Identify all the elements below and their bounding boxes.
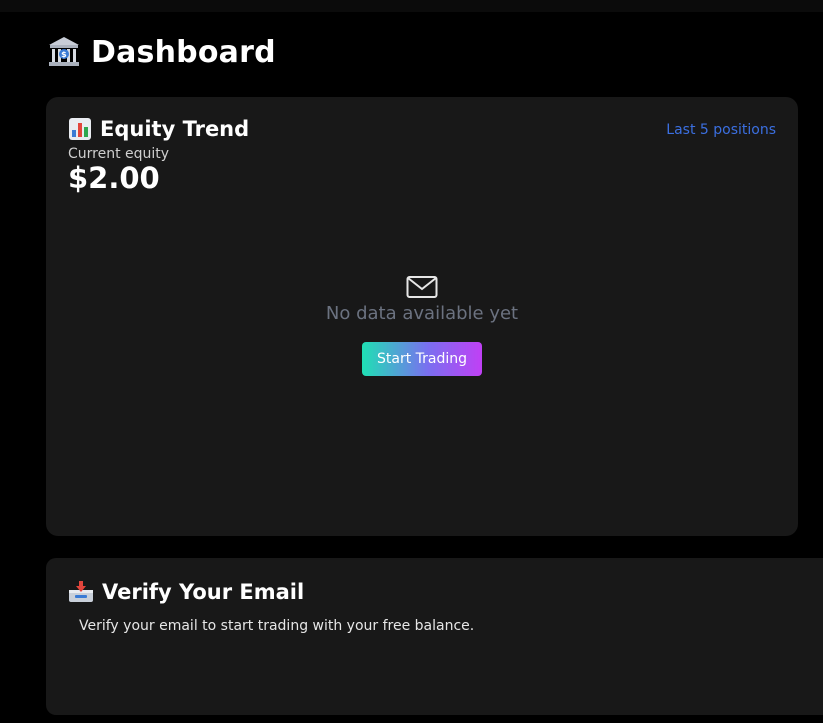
verify-email-card: Verify Your Email Verify your email to s… <box>46 558 823 715</box>
no-data-text: No data available yet <box>325 303 519 324</box>
svg-text:$: $ <box>61 50 67 59</box>
verify-email-message: Verify your email to start trading with … <box>79 618 475 634</box>
page-title: $ Dashboard <box>47 32 276 72</box>
equity-trend-header: Equity Trend <box>68 117 249 141</box>
current-equity-label: Current equity <box>68 146 170 162</box>
start-trading-button[interactable]: Start Trading <box>362 342 482 376</box>
verify-email-header: Verify Your Email <box>68 580 304 604</box>
bank-icon: $ <box>47 35 81 69</box>
equity-trend-title: Equity Trend <box>100 117 250 141</box>
top-bar <box>0 0 823 12</box>
page-title-text: Dashboard <box>91 34 276 70</box>
verify-email-title: Verify Your Email <box>102 580 305 604</box>
inbox-tray-icon <box>68 580 94 604</box>
equity-trend-card: Equity Trend Last 5 positions Current eq… <box>46 97 798 536</box>
empty-state: No data available yet Start Trading <box>46 275 798 376</box>
mail-outline-icon <box>406 275 438 299</box>
current-equity-value: $2.00 <box>68 161 160 195</box>
bar-chart-icon <box>68 117 92 141</box>
last-positions-link[interactable]: Last 5 positions <box>666 122 776 138</box>
